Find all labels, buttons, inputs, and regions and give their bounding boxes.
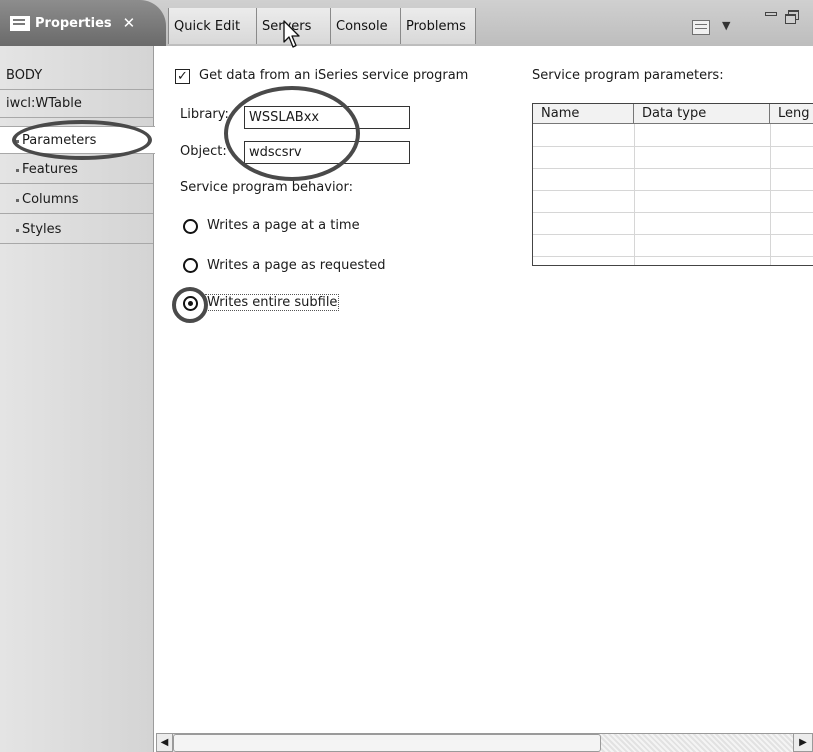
arrow-right-icon: ▶ <box>799 737 807 748</box>
object-label: Object: <box>180 144 227 159</box>
column-header-label: Data type <box>642 106 707 121</box>
properties-view-icon <box>10 15 30 31</box>
scroll-right-button[interactable]: ▶ <box>793 733 813 752</box>
radio-page-as-requested[interactable] <box>183 258 198 273</box>
tab-properties-label: Properties <box>35 15 112 31</box>
tab-properties[interactable]: Properties ✕ <box>0 0 166 46</box>
tab-problems[interactable]: Problems <box>400 8 476 44</box>
tab-console-label: Console <box>336 18 388 34</box>
nav-item-features[interactable]: Features <box>0 156 153 184</box>
nav-item-wtable[interactable]: iwcl:WTable <box>0 90 153 118</box>
mouse-cursor-icon <box>283 20 300 48</box>
column-header-label: Name <box>541 106 580 121</box>
table-row-divider <box>533 212 813 213</box>
column-header-length[interactable]: Leng <box>770 104 813 124</box>
table-column-divider <box>770 124 771 265</box>
table-row-divider <box>533 234 813 235</box>
nav-item-columns[interactable]: Columns <box>0 186 153 214</box>
nav-item-label: Styles <box>22 222 62 237</box>
nav-item-label: Features <box>22 162 78 177</box>
nav-item-styles[interactable]: Styles <box>0 216 153 244</box>
radio-page-as-requested-label: Writes a page as requested <box>207 258 386 273</box>
table-row-divider <box>533 146 813 147</box>
tab-quick-edit[interactable]: Quick Edit <box>168 8 256 44</box>
get-data-checkbox-label: Get data from an iSeries service program <box>199 68 469 83</box>
radio-page-at-a-time[interactable] <box>183 219 198 234</box>
annotation-oval-parameters <box>12 120 152 160</box>
check-icon: ✓ <box>177 69 188 84</box>
column-header-data-type[interactable]: Data type <box>634 104 770 124</box>
table-row-divider <box>533 190 813 191</box>
annotation-oval-radio <box>172 287 208 323</box>
table-column-divider <box>634 124 635 265</box>
table-row-divider <box>533 168 813 169</box>
column-header-label: Leng <box>778 106 810 121</box>
close-icon[interactable]: ✕ <box>123 14 136 32</box>
nav-item-label: iwcl:WTable <box>6 96 82 111</box>
scroll-thumb[interactable] <box>173 734 601 752</box>
get-data-checkbox[interactable]: ✓ <box>175 69 190 84</box>
arrow-left-icon: ◀ <box>160 737 169 748</box>
column-header-name[interactable]: Name <box>533 104 634 124</box>
params-table-title: Service program parameters: <box>532 68 724 83</box>
restore-icon[interactable] <box>785 10 799 24</box>
radio-entire-subfile-label: Writes entire subfile <box>205 294 340 311</box>
annotation-oval-library-object <box>224 86 360 181</box>
view-menu-icon[interactable] <box>692 20 710 35</box>
tab-console[interactable]: Console <box>330 8 400 44</box>
nav-item-label: Columns <box>22 192 79 207</box>
tab-quick-edit-label: Quick Edit <box>174 18 241 34</box>
table-row-divider <box>533 256 813 257</box>
nav-item-body[interactable]: BODY <box>0 62 153 90</box>
minimize-icon[interactable] <box>765 12 777 16</box>
tab-problems-label: Problems <box>406 18 466 34</box>
params-table[interactable]: Name Data type Leng <box>532 103 813 266</box>
nav-item-label: BODY <box>6 68 43 83</box>
behavior-group-label: Service program behavior: <box>180 180 354 195</box>
chevron-down-icon[interactable]: ▼ <box>722 19 730 32</box>
radio-page-at-a-time-label: Writes a page at a time <box>207 218 360 233</box>
library-label: Library: <box>180 107 229 122</box>
scroll-left-button[interactable]: ◀ <box>156 733 173 752</box>
